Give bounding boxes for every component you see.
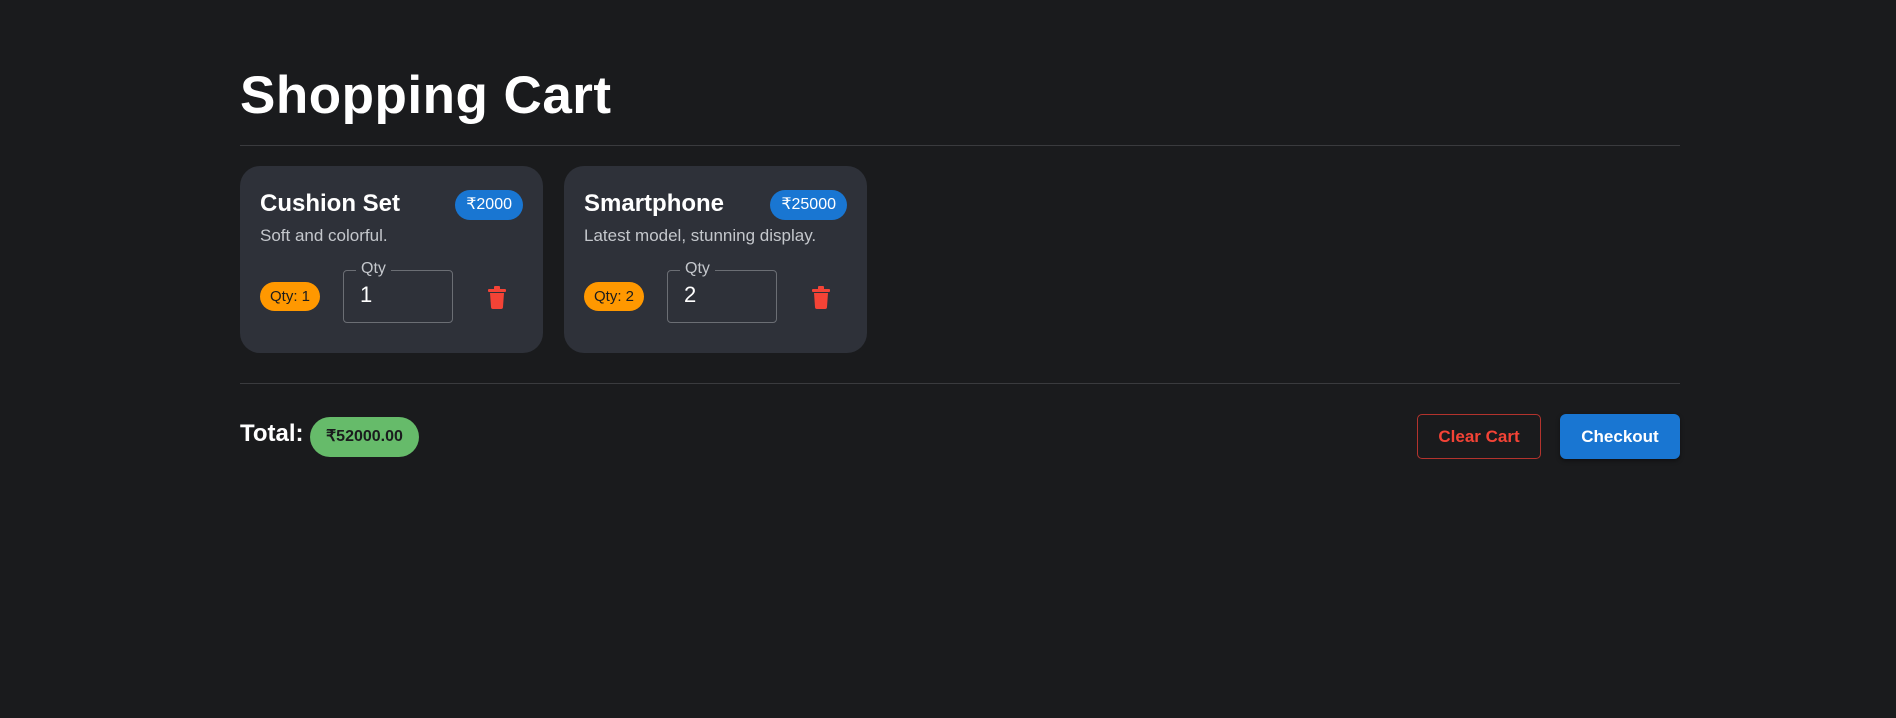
trash-icon: [812, 285, 830, 309]
cart-items-list: Cushion Set ₹2000 Soft and colorful. Qty…: [240, 166, 867, 353]
quantity-input[interactable]: [684, 282, 764, 308]
trash-icon: [488, 285, 506, 309]
quantity-field: Qty: [343, 260, 453, 323]
item-name: Smartphone: [584, 190, 725, 217]
delete-item-button[interactable]: [482, 282, 512, 312]
total-amount-badge: ₹52000.00: [310, 417, 419, 457]
quantity-field: Qty: [667, 260, 777, 323]
clear-cart-button[interactable]: Clear Cart: [1417, 414, 1541, 459]
checkout-button[interactable]: Checkout: [1560, 414, 1680, 459]
quantity-chip: Qty: 1: [260, 282, 321, 311]
page-title: Shopping Cart: [240, 66, 612, 125]
total-label: Total:: [240, 420, 304, 447]
cart-item-card: Cushion Set ₹2000 Soft and colorful. Qty…: [240, 166, 543, 353]
bottom-divider: [240, 383, 1680, 384]
quantity-chip: Qty: 2: [584, 282, 645, 311]
quantity-input[interactable]: [360, 282, 440, 308]
item-description: Latest model, stunning display.: [584, 226, 817, 245]
delete-item-button[interactable]: [806, 282, 836, 312]
price-badge: ₹2000: [455, 190, 523, 220]
cart-item-card: Smartphone ₹25000 Latest model, stunning…: [564, 166, 867, 353]
item-description: Soft and colorful.: [260, 226, 388, 245]
top-divider: [240, 145, 1680, 146]
price-badge: ₹25000: [770, 190, 847, 220]
quantity-field-label: Qty: [680, 260, 715, 278]
quantity-field-label: Qty: [356, 260, 391, 278]
item-name: Cushion Set: [260, 190, 401, 217]
